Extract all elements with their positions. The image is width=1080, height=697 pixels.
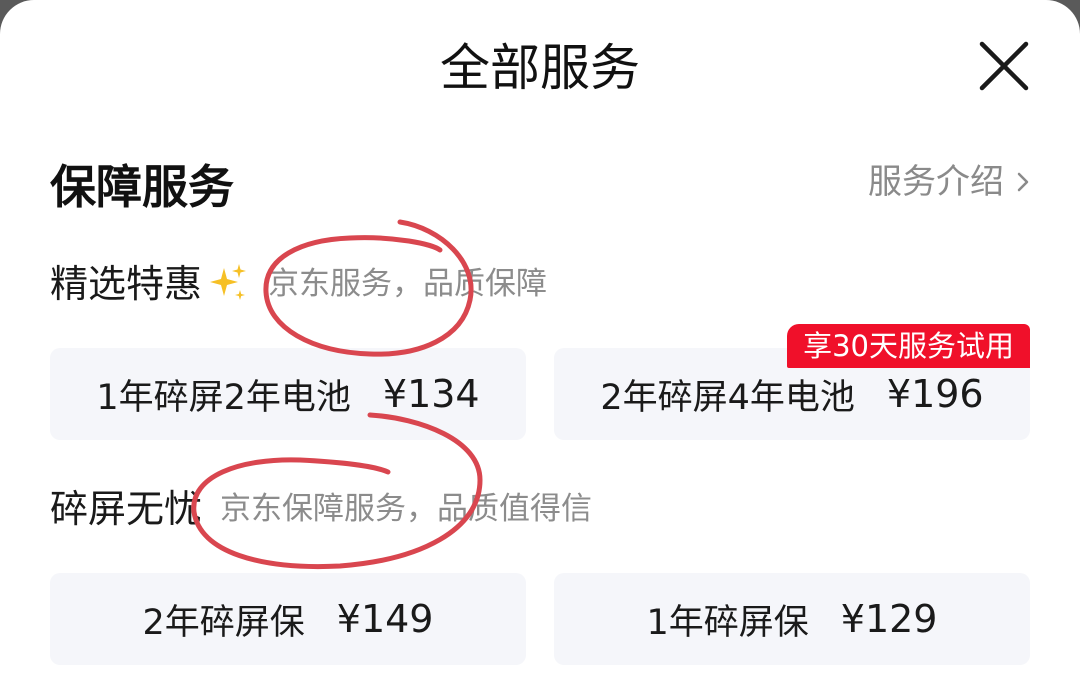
plan-card[interactable]: 1年碎屏2年电池 ¥134 [50,348,526,440]
plan-name: 1年碎屏2年电池 [96,377,351,418]
close-button[interactable] [978,40,1030,92]
services-sheet: 全部服务 保障服务 服务介绍 精选特惠 京东服务，品质保障 1年碎屏2年电池 ¥… [0,0,1080,697]
chevron-right-icon [1017,172,1029,192]
group-subtitle: 京东服务，品质保障 [268,266,548,302]
section-title: 保障服务 [50,160,234,214]
sheet-title: 全部服务 [440,39,640,97]
plan-price: ¥149 [336,597,434,641]
service-intro-link[interactable]: 服务介绍 [868,160,1030,204]
group-title: 碎屏无忧 [50,487,203,531]
plan-name: 2年碎屏保 [142,602,305,643]
group-subtitle: 京东保障服务，品质值得信 [220,491,593,527]
group-label-screen: 碎屏无忧 京东保障服务，品质值得信 [50,484,592,534]
close-icon [979,41,1029,91]
plan-price: ¥129 [840,597,938,641]
plan-card[interactable]: 1年碎屏保 ¥129 [554,573,1030,665]
sparkles-icon [210,264,247,300]
plan-card[interactable]: 2年碎屏保 ¥149 [50,573,526,665]
service-intro-label: 服务介绍 [868,162,1004,202]
plan-price: ¥134 [382,372,480,416]
group-title: 精选特惠 [50,262,203,306]
plan-name: 2年碎屏4年电池 [600,377,855,418]
plan-price: ¥196 [886,372,984,416]
group-label-featured: 精选特惠 京东服务，品质保障 [50,259,547,309]
trial-badge: 享30天服务试用 [787,324,1030,368]
plan-name: 1年碎屏保 [646,602,809,643]
